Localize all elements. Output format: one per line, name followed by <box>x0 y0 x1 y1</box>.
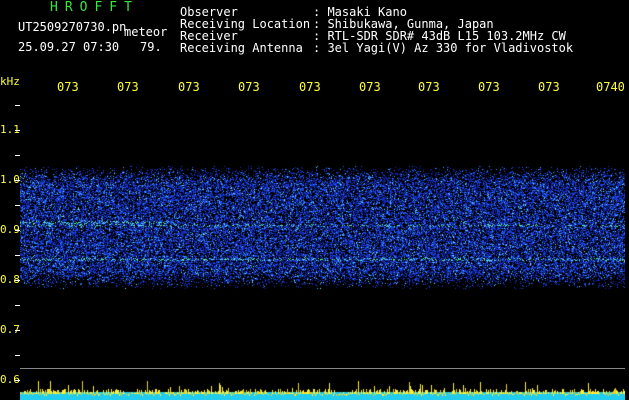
freq-minor-tick <box>15 355 20 356</box>
time-tick: 073 <box>299 80 321 94</box>
freq-minor-tick <box>15 105 20 106</box>
time-tick: 073 <box>538 80 560 94</box>
antenna-label: Receiving Antenna <box>180 41 303 55</box>
app-title: HROFFT <box>50 0 139 15</box>
time-tick: 073 <box>178 80 200 94</box>
time-tick: 073 <box>57 80 79 94</box>
datetime-label: 25.09.27 07:30 <box>18 40 120 54</box>
baseline-line <box>20 368 625 369</box>
count-label: 79. <box>140 40 162 54</box>
antenna-value: : 3el Yagi(V) Az 330 for Vladivostok <box>313 41 574 55</box>
time-tick: 073 <box>418 80 440 94</box>
filename-label: UT2509270730.pn <box>18 20 127 34</box>
mode-label: meteor <box>124 25 168 39</box>
time-tick: 073 <box>359 80 381 94</box>
spectrogram-band <box>20 165 625 290</box>
time-tick: 073 <box>478 80 500 94</box>
freq-minor-tick <box>15 155 20 156</box>
amplitude-bars <box>20 378 625 400</box>
freq-minor-tick <box>15 305 20 306</box>
hrofft-spectrogram-screen: HROFFT UT2509270730.pn meteor 25.09.27 0… <box>0 0 629 400</box>
time-tick: 073 <box>117 80 139 94</box>
unit-label: kHz <box>0 75 20 88</box>
freq-major-tick <box>15 130 20 131</box>
time-tick: 0740 <box>596 80 625 94</box>
freq-major-tick <box>15 330 20 331</box>
time-tick: 073 <box>238 80 260 94</box>
